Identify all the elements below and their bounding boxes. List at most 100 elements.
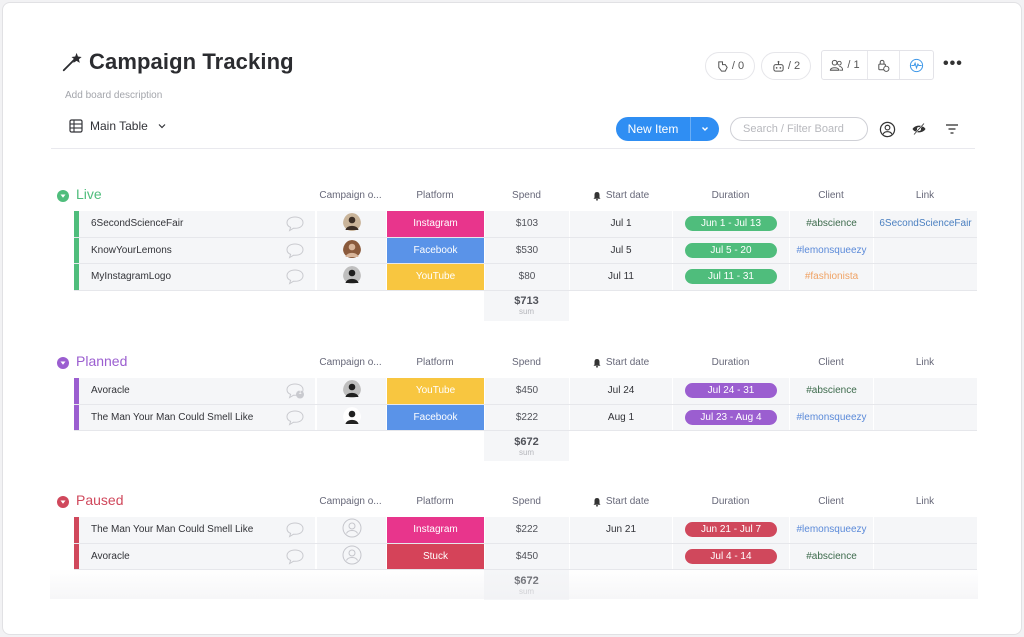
client-tag[interactable]: #lemonsqueezy (789, 237, 873, 263)
board-title[interactable]: Campaign Tracking (89, 49, 294, 75)
table-row[interactable]: KnowYourLemons Facebook $530 Jul 5 Jul 5 - 2… (74, 237, 977, 264)
comment-bubble-icon[interactable] (285, 242, 305, 260)
platform-status[interactable]: Facebook (386, 237, 484, 263)
column-header-duration[interactable]: Duration (672, 357, 789, 368)
permissions-button[interactable] (868, 51, 900, 79)
platform-status[interactable]: Instagram (386, 517, 484, 543)
column-header-platform[interactable]: Platform (386, 496, 484, 507)
owner-cell[interactable] (316, 543, 387, 569)
automations-button[interactable]: / 2 (761, 52, 811, 80)
owner-cell[interactable] (316, 264, 387, 290)
column-header-client[interactable]: Client (789, 496, 873, 507)
group-title[interactable]: Paused (76, 492, 123, 508)
column-header-spend[interactable]: Spend (484, 190, 569, 201)
view-selector[interactable]: Main Table (69, 119, 167, 133)
table-row[interactable]: MyInstagramLogo YouTube $80 Jul 11 Jul 11 - … (74, 264, 977, 291)
integrations-button[interactable]: / 0 (705, 52, 755, 80)
table-row[interactable]: Avoracle 1 YouTube $450 Jul 24 Jul 24 - 31 #ab… (74, 378, 977, 405)
column-header-start-date[interactable]: Start date (569, 357, 672, 368)
link-cell[interactable] (873, 237, 977, 263)
client-tag[interactable]: #lemonsqueezy (789, 404, 873, 430)
client-tag[interactable]: #abscience (789, 211, 873, 237)
comment-badge-icon[interactable]: 1 (285, 382, 305, 400)
column-header-start-date[interactable]: Start date (569, 190, 672, 201)
link-cell[interactable]: 6SecondScienceFair (873, 211, 977, 237)
new-item-dropdown[interactable] (691, 117, 719, 141)
column-header-duration[interactable]: Duration (672, 496, 789, 507)
group-collapse-toggle[interactable] (57, 190, 69, 202)
start-date[interactable]: Jul 24 (569, 378, 672, 404)
new-item-button[interactable]: New Item (616, 117, 691, 141)
link-cell[interactable] (873, 517, 977, 543)
board-description[interactable]: Add board description (65, 90, 162, 101)
platform-status[interactable]: Facebook (386, 404, 484, 430)
group-collapse-toggle[interactable] (57, 496, 69, 508)
item-name[interactable]: Avoracle (79, 378, 315, 404)
item-name[interactable]: MyInstagramLogo (79, 264, 315, 290)
column-header-client[interactable]: Client (789, 357, 873, 368)
column-header-owner[interactable]: Campaign o... (315, 496, 386, 507)
owner-cell[interactable] (316, 211, 387, 237)
comment-bubble-icon[interactable] (285, 548, 305, 566)
duration-cell[interactable]: Jul 5 - 20 (672, 237, 789, 263)
group-title[interactable]: Planned (76, 353, 127, 369)
duration-cell[interactable]: Jul 4 - 14 (672, 543, 789, 569)
column-header-spend[interactable]: Spend (484, 357, 569, 368)
filter-button[interactable] (943, 120, 961, 138)
link-cell[interactable] (873, 404, 977, 430)
duration-cell[interactable]: Jun 1 - Jul 13 (672, 211, 789, 237)
search-input[interactable] (730, 117, 868, 141)
item-name[interactable]: 6SecondScienceFair (79, 211, 315, 237)
duration-cell[interactable]: Jul 24 - 31 (672, 378, 789, 404)
members-button[interactable]: / 1 (822, 51, 868, 79)
owner-cell[interactable] (316, 378, 387, 404)
start-date[interactable]: Jul 1 (569, 211, 672, 237)
link-cell[interactable] (873, 264, 977, 290)
duration-cell[interactable]: Jul 11 - 31 (672, 264, 789, 290)
column-header-platform[interactable]: Platform (386, 190, 484, 201)
item-name[interactable]: KnowYourLemons (79, 237, 315, 263)
comment-bubble-icon[interactable] (285, 268, 305, 286)
item-name[interactable]: Avoracle (79, 543, 315, 569)
comment-bubble-icon[interactable] (285, 215, 305, 233)
owner-cell[interactable] (316, 517, 387, 543)
column-header-platform[interactable]: Platform (386, 357, 484, 368)
table-row[interactable]: Avoracle Stuck $450 Jul 4 - 14 #abscience (74, 543, 977, 570)
column-header-start-date[interactable]: Start date (569, 496, 672, 507)
comment-bubble-icon[interactable] (285, 521, 305, 539)
start-date[interactable] (569, 543, 672, 569)
duration-cell[interactable]: Jul 23 - Aug 4 (672, 404, 789, 430)
client-tag[interactable]: #abscience (789, 543, 873, 569)
spend-value[interactable]: $222 (484, 404, 569, 430)
activity-button[interactable] (900, 51, 933, 79)
spend-value[interactable]: $222 (484, 517, 569, 543)
column-header-link[interactable]: Link (873, 496, 977, 507)
start-date[interactable]: Aug 1 (569, 404, 672, 430)
table-row[interactable]: The Man Your Man Could Smell Like Faceboo… (74, 404, 977, 431)
start-date[interactable]: Jul 11 (569, 264, 672, 290)
platform-status[interactable]: Stuck (386, 543, 484, 569)
hide-columns-button[interactable] (910, 120, 928, 138)
column-header-link[interactable]: Link (873, 357, 977, 368)
table-row[interactable]: The Man Your Man Could Smell Like Instagr… (74, 517, 977, 544)
link-cell[interactable] (873, 378, 977, 404)
duration-cell[interactable]: Jun 21 - Jul 7 (672, 517, 789, 543)
spend-value[interactable]: $450 (484, 378, 569, 404)
column-header-client[interactable]: Client (789, 190, 873, 201)
more-options-icon[interactable]: ••• (943, 55, 963, 73)
owner-cell[interactable] (316, 404, 387, 430)
platform-status[interactable]: Instagram (386, 211, 484, 237)
platform-status[interactable]: YouTube (386, 378, 484, 404)
column-header-spend[interactable]: Spend (484, 496, 569, 507)
column-header-link[interactable]: Link (873, 190, 977, 201)
client-tag[interactable]: #lemonsqueezy (789, 517, 873, 543)
owner-cell[interactable] (316, 237, 387, 263)
item-name[interactable]: The Man Your Man Could Smell Like (79, 404, 315, 430)
spend-value[interactable]: $530 (484, 237, 569, 263)
client-tag[interactable]: #abscience (789, 378, 873, 404)
item-name[interactable]: The Man Your Man Could Smell Like (79, 517, 315, 543)
start-date[interactable]: Jul 5 (569, 237, 672, 263)
column-header-owner[interactable]: Campaign o... (315, 357, 386, 368)
spend-value[interactable]: $103 (484, 211, 569, 237)
spend-value[interactable]: $450 (484, 543, 569, 569)
